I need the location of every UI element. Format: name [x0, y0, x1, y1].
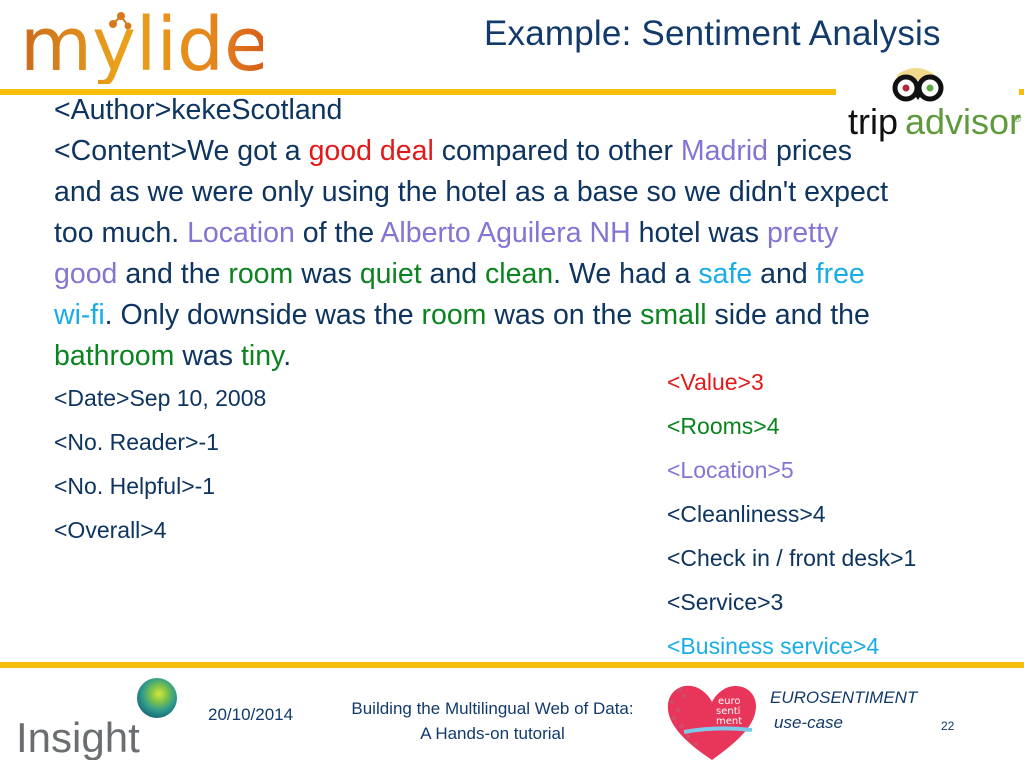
review-text-segment: and as we were only using the hotel as a… — [54, 176, 889, 208]
review-text-segment: too much. — [54, 217, 188, 249]
footer-date: 20/10/2014 — [208, 705, 294, 724]
rating-location: <Location>5 — [667, 457, 794, 483]
highlighted-term-green: room — [228, 258, 294, 290]
review-text-segment: <Content>We got a — [54, 135, 309, 167]
insight-logo-text: Insight — [16, 714, 140, 760]
footer-title-line-1: Building the Multilingual Web of Data: — [351, 699, 634, 718]
review-text-segment: and the — [117, 258, 229, 290]
review-content-line: <Content>We got a good deal compared to … — [54, 131, 888, 172]
review-content-line: too much. Location of the Alberto Aguile… — [54, 213, 888, 254]
highlighted-term-purple: Location — [187, 217, 295, 249]
rating-check-in: <Check in / front desk>1 — [667, 545, 917, 571]
registered-mark: ® — [1014, 114, 1022, 125]
slide-number: 22 — [941, 719, 955, 733]
review-content-line: good and the room was quiet and clean. W… — [54, 254, 888, 295]
highlighted-term-green: quiet — [359, 258, 422, 290]
highlighted-term-green: clean — [485, 258, 554, 290]
review-text-segment: prices — [768, 135, 852, 167]
review-text: <Author>kekeScotland <Content>We got a g… — [54, 90, 888, 377]
rating-service: <Service>3 — [667, 589, 784, 615]
review-text-segment: hotel was — [630, 217, 767, 249]
highlighted-term-cyan: free — [815, 258, 865, 290]
review-content: <Content>We got a good deal compared to … — [54, 131, 888, 377]
eurosentiment-heart-logo: euro senti ment — [667, 685, 756, 760]
review-text-segment: . — [283, 340, 292, 372]
owl-icon — [892, 68, 944, 102]
rating-business-service: <Business service>4 — [667, 633, 880, 659]
rating-rooms: <Rooms>4 — [667, 413, 780, 439]
highlighted-term-red: good deal — [308, 135, 434, 167]
mylider-logo-text: mylider — [20, 4, 263, 84]
eurosentiment-label: EUROSENTIMENT — [770, 688, 918, 707]
review-content-line: wi-fi. Only downside was the room was on… — [54, 295, 888, 336]
meta-no-reader: <No. Reader>-1 — [54, 429, 219, 455]
highlighted-term-green: small — [640, 299, 707, 331]
insight-orb-icon — [137, 678, 177, 718]
rating-cleanliness: <Cleanliness>4 — [667, 501, 826, 527]
highlighted-term-purple: good — [54, 258, 118, 290]
highlighted-term-green: tiny — [240, 340, 284, 372]
rating-value: <Value>3 — [667, 369, 764, 395]
review-text-segment: and — [752, 258, 816, 290]
review-text-segment: compared to other — [433, 135, 681, 167]
slide-title: Example: Sentiment Analysis — [484, 14, 941, 53]
highlighted-term-cyan: wi-fi — [54, 299, 105, 331]
review-text-segment: . Only downside was the — [104, 299, 422, 331]
review-content-line: and as we were only using the hotel as a… — [54, 172, 888, 213]
highlighted-term-purple: Alberto Aguilera NH — [380, 217, 631, 249]
review-text-segment: was on the — [486, 299, 641, 331]
footer-title: Building the Multilingual Web of Data: A… — [330, 696, 655, 746]
bottom-divider — [0, 662, 1024, 668]
highlighted-term-purple: pretty — [766, 217, 839, 249]
highlighted-term-green: bathroom — [54, 340, 175, 372]
review-text-segment: and — [421, 258, 486, 290]
tripadvisor-advisor: advisor — [905, 101, 1021, 142]
highlighted-term-purple: Madrid — [680, 135, 769, 167]
insight-logo: Insight — [16, 678, 177, 760]
use-case-label: use-case — [774, 713, 843, 732]
highlighted-term-green: room — [421, 299, 487, 331]
meta-overall: <Overall>4 — [54, 517, 167, 543]
mylider-logo: mylider — [20, 4, 263, 84]
footer-title-line-2: A Hands-on tutorial — [420, 724, 565, 743]
highlighted-term-cyan: safe — [698, 258, 753, 290]
review-text-segment: . We had a — [553, 258, 699, 290]
review-text-segment: side and the — [706, 299, 870, 331]
euro-logo-text-3: ment — [716, 716, 742, 727]
review-text-segment: was — [174, 340, 241, 372]
review-text-segment: was — [293, 258, 360, 290]
meta-no-helpful: <No. Helpful>-1 — [54, 473, 216, 499]
author-line: <Author>kekeScotland — [54, 94, 343, 126]
meta-date: <Date>Sep 10, 2008 — [54, 385, 267, 411]
review-text-segment: of the — [294, 217, 381, 249]
